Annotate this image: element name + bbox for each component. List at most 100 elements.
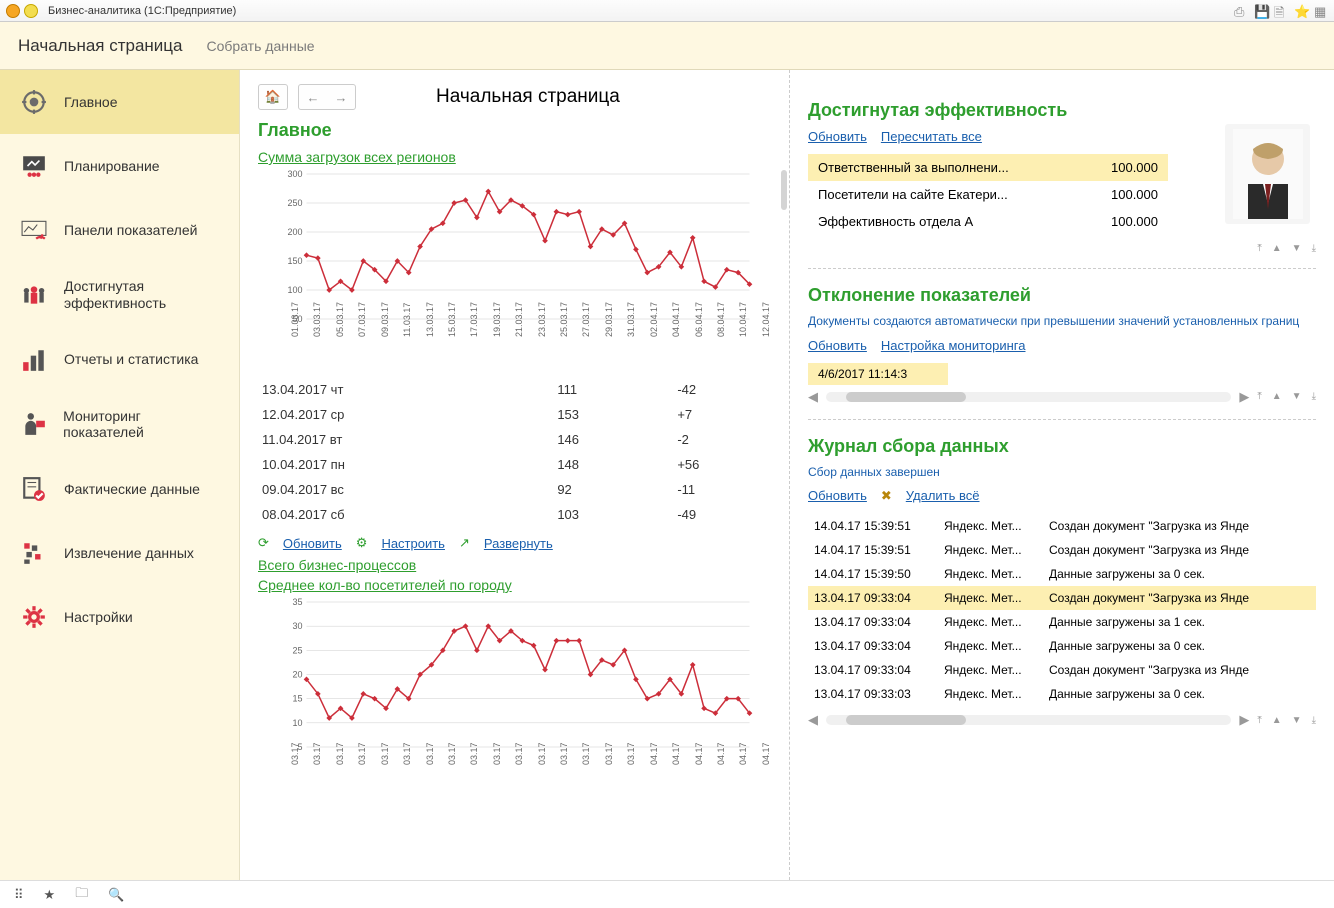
header-active-page[interactable]: Начальная страница	[18, 36, 183, 56]
journal-refresh-link[interactable]: Обновить	[808, 488, 867, 504]
table-row[interactable]: 12.04.2017 ср153+7	[258, 402, 771, 427]
favorite-icon[interactable]: ★	[44, 887, 56, 903]
chart1: 50100150200250300 01.03.1703.03.1705.03.…	[258, 169, 771, 369]
sidebar-item-reports[interactable]: Отчеты и статистика	[0, 328, 239, 392]
svg-text:250: 250	[287, 198, 302, 208]
sidebar-item-label: Панели показателей	[64, 222, 197, 239]
table-row[interactable]: 13.04.17 09:33:03Яндекс. Мет...Данные за…	[808, 682, 1316, 706]
print-icon[interactable]: ⎙	[1234, 4, 1248, 18]
guard-icon	[18, 408, 49, 440]
gear-icon	[18, 601, 50, 633]
blocks-icon	[18, 537, 50, 569]
configure-link[interactable]: Настроить	[381, 536, 445, 551]
sidebar-item-label: Отчеты и статистика	[64, 351, 198, 368]
list-item[interactable]: Посетители на сайте Екатери...100.000	[808, 181, 1168, 208]
deviation-row-peek[interactable]: 4/6/2017 11:14:3	[808, 363, 948, 385]
table-row[interactable]: 13.04.17 09:33:04Яндекс. Мет...Данные за…	[808, 610, 1316, 634]
table-row[interactable]: 13.04.17 09:33:04Яндекс. Мет...Данные за…	[808, 634, 1316, 658]
sidebar-item-label: Главное	[64, 94, 118, 111]
summary-table: 13.04.2017 чт111-4212.04.2017 ср153+711.…	[258, 377, 771, 527]
journal-title: Журнал сбора данных	[808, 436, 1316, 457]
sidebar: Главное Планирование Панели показателей …	[0, 70, 240, 880]
horizontal-scrollbar[interactable]	[826, 392, 1231, 402]
bp-link[interactable]: Всего бизнес-процессов	[258, 557, 416, 573]
save-icon[interactable]: 💾	[1254, 4, 1268, 18]
table-row[interactable]: 09.04.2017 вс92-11	[258, 477, 771, 502]
table-row[interactable]: 10.04.2017 пн148+56	[258, 452, 771, 477]
svg-text:150: 150	[287, 256, 302, 266]
star-icon[interactable]: ⭐	[1294, 4, 1308, 18]
arrow-right-icon: →	[335, 90, 348, 105]
sidebar-item-monitoring[interactable]: Мониторинг показателей	[0, 392, 239, 458]
scroll-left-icon[interactable]: ◀	[808, 712, 818, 728]
panel-effectiveness: Достигнутая эффективность Обновить Перес…	[808, 84, 1316, 269]
list-item[interactable]: Ответственный за выполнени...100.000	[808, 154, 1168, 181]
sidebar-item-planning[interactable]: Планирование	[0, 134, 239, 198]
scroll-right-icon[interactable]: ▶	[1239, 712, 1249, 728]
journal-status: Сбор данных завершен	[808, 465, 1316, 481]
expand-link[interactable]: Развернуть	[484, 536, 553, 551]
app-dropdown-icon[interactable]	[24, 4, 38, 18]
effectiveness-table: Ответственный за выполнени...100.000Посе…	[808, 154, 1168, 235]
scroll-left-icon[interactable]: ◀	[808, 389, 818, 405]
bars-icon	[18, 344, 50, 376]
dev-settings-link[interactable]: Настройка мониторинга	[881, 338, 1026, 353]
main-column: 🏠 ←→ Начальная страница Главное Сумма за…	[240, 70, 790, 880]
table-row[interactable]: 08.04.2017 сб103-49	[258, 502, 771, 527]
svg-text:20: 20	[292, 670, 302, 680]
apps-icon[interactable]: ⠿	[14, 887, 24, 903]
page-icon[interactable]: 🗎	[1274, 4, 1288, 18]
clipboard-icon[interactable]: 🗀	[75, 884, 88, 906]
sidebar-item-actual-data[interactable]: Фактические данные	[0, 457, 239, 521]
chart1-title-link[interactable]: Сумма загрузок всех регионов	[258, 149, 456, 165]
eff-nav-arrows[interactable]: ⤒▲▼⤓	[808, 243, 1316, 254]
sidebar-item-efficiency[interactable]: Достигнутая эффективность	[0, 262, 239, 328]
avatar	[1225, 124, 1310, 224]
arrow-last-icon: ⤓	[1312, 243, 1316, 254]
table-row[interactable]: 14.04.17 15:39:51Яндекс. Мет...Создан до…	[808, 538, 1316, 562]
right-column: Достигнутая эффективность Обновить Перес…	[790, 70, 1334, 880]
expand-icon: ↗	[459, 535, 470, 551]
table-row[interactable]: 13.04.17 09:33:04Яндекс. Мет...Создан до…	[808, 658, 1316, 682]
home-button[interactable]: 🏠	[258, 84, 288, 110]
panel-journal: Журнал сбора данных Сбор данных завершен…	[808, 420, 1316, 743]
grid-icon[interactable]: ▦	[1314, 4, 1328, 18]
svg-text:30: 30	[292, 621, 302, 631]
table-row[interactable]: 14.04.17 15:39:50Яндекс. Мет...Данные за…	[808, 562, 1316, 586]
deviation-desc: Документы создаются автоматически при пр…	[808, 314, 1316, 330]
journal-nav-arrows[interactable]: ⤒▲▼⤓	[1257, 715, 1316, 726]
eff-refresh-link[interactable]: Обновить	[808, 129, 867, 144]
nav-back-forward[interactable]: ←→	[298, 84, 356, 110]
list-item[interactable]: Эффективность отдела А100.000	[808, 208, 1168, 235]
refresh-link[interactable]: Обновить	[283, 536, 342, 551]
table-row[interactable]: 11.04.2017 вт146-2	[258, 427, 771, 452]
header-collect-data-link[interactable]: Собрать данные	[207, 38, 315, 54]
target-icon	[18, 86, 50, 118]
chart2-title-link[interactable]: Среднее кол-во посетителей по городу	[258, 577, 512, 593]
eff-recalc-link[interactable]: Пересчитать все	[881, 129, 982, 144]
window-title: Бизнес-аналитика (1С:Предприятие)	[48, 5, 236, 17]
search-icon[interactable]: 🔍	[108, 887, 124, 903]
dev-refresh-link[interactable]: Обновить	[808, 338, 867, 353]
arrow-up-icon: ▲	[1272, 243, 1282, 254]
chart1-xaxis: 01.03.1703.03.1705.03.1707.03.1709.03.17…	[258, 327, 771, 337]
titlebar-actions: ⎙ 💾 🗎 ⭐ ▦	[1234, 4, 1328, 18]
delete-icon: ✖	[881, 488, 892, 504]
table-row[interactable]: 14.04.17 15:39:51Яндекс. Мет...Создан до…	[808, 514, 1316, 538]
journal-delete-link[interactable]: Удалить всё	[906, 488, 980, 504]
page-nav: 🏠 ←→ Начальная страница	[258, 84, 771, 110]
table-row[interactable]: 13.04.2017 чт111-42	[258, 377, 771, 402]
svg-text:10: 10	[292, 718, 302, 728]
sidebar-item-dashboards[interactable]: Панели показателей	[0, 198, 239, 262]
scroll-right-icon[interactable]: ▶	[1239, 389, 1249, 405]
people-icon	[18, 279, 50, 311]
document-check-icon	[18, 473, 50, 505]
scrollbar[interactable]	[781, 170, 787, 210]
sidebar-item-settings[interactable]: Настройки	[0, 585, 239, 649]
horizontal-scrollbar[interactable]	[826, 715, 1231, 725]
dev-nav-arrows[interactable]: ⤒▲▼⤓	[1257, 391, 1316, 402]
sidebar-item-extraction[interactable]: Извлечение данных	[0, 521, 239, 585]
table-row[interactable]: 13.04.17 09:33:04Яндекс. Мет...Создан до…	[808, 586, 1316, 610]
arrow-down-icon: ▼	[1292, 243, 1302, 254]
sidebar-item-main[interactable]: Главное	[0, 70, 239, 134]
